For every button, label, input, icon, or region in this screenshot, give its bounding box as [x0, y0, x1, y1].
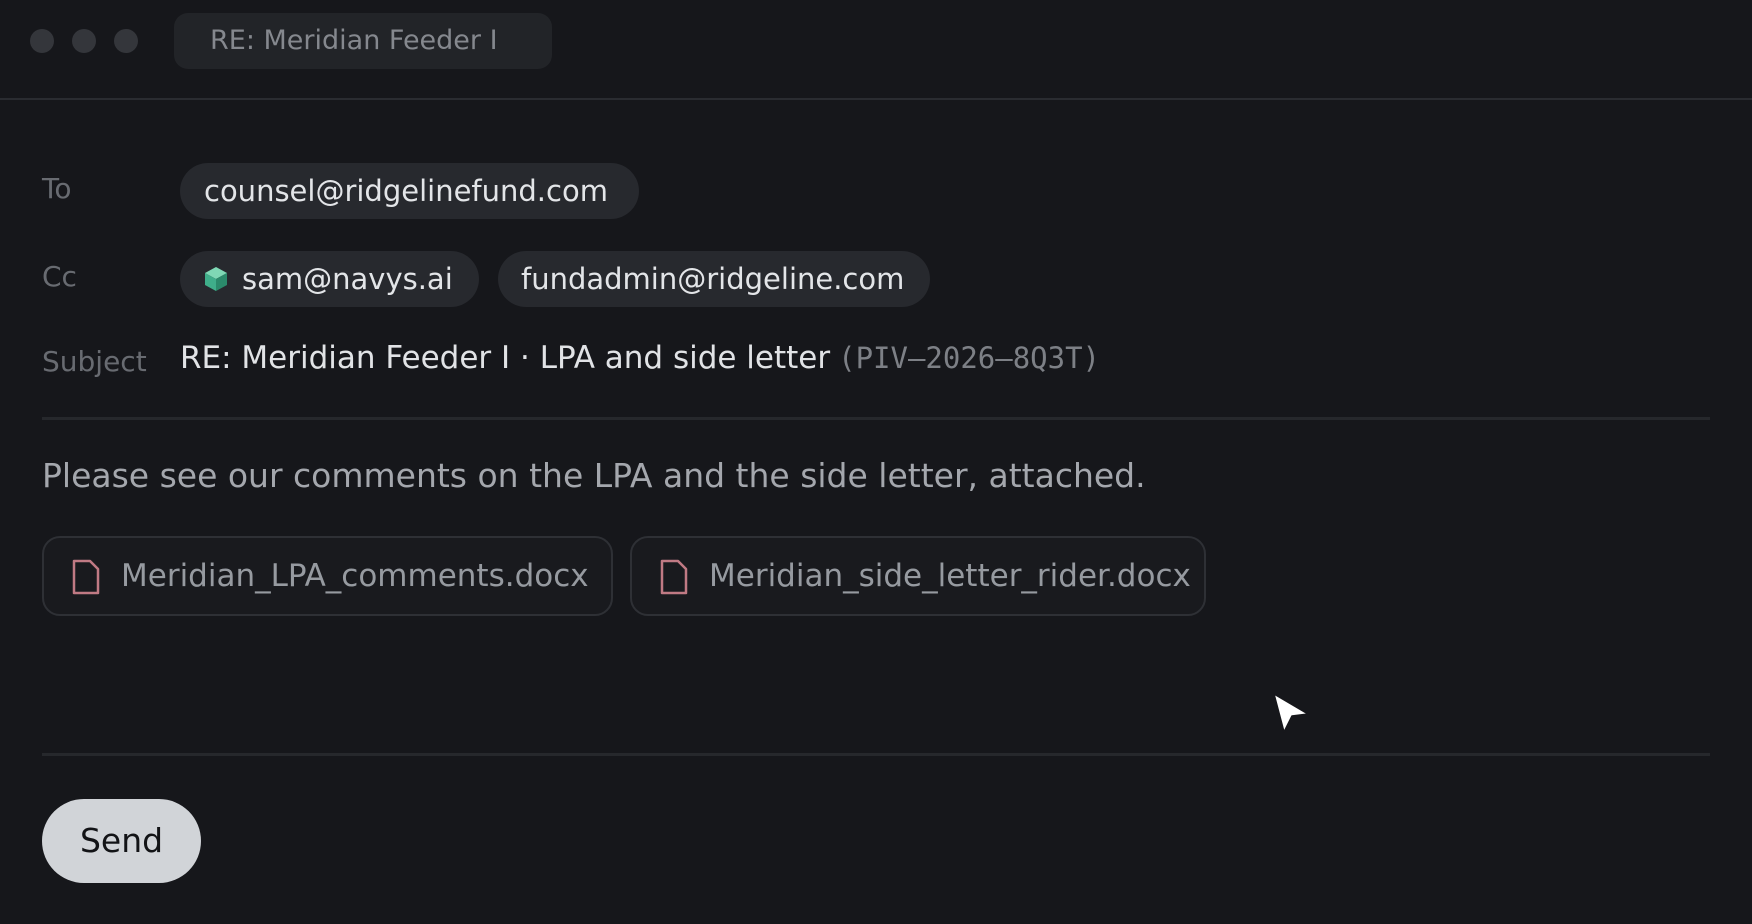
- subject-field[interactable]: RE: Meridian Feeder I · LPA and side let…: [180, 340, 1100, 376]
- header-divider: [42, 417, 1710, 420]
- cc-label: Cc: [42, 260, 77, 293]
- attachment-name: Meridian_LPA_comments.docx: [121, 558, 589, 594]
- recipient-email: counsel@ridgelinefund.com: [204, 174, 608, 208]
- window-close-button[interactable]: [30, 29, 54, 53]
- attachment-chip[interactable]: Meridian_LPA_comments.docx: [42, 536, 613, 616]
- to-label: To: [42, 172, 72, 205]
- recipient-chip-cc[interactable]: sam@navys.ai: [180, 251, 479, 307]
- send-button[interactable]: Send: [42, 799, 201, 883]
- title-bar: RE: Meridian Feeder I: [0, 0, 1752, 100]
- recipient-chip-to[interactable]: counsel@ridgelinefund.com: [180, 163, 639, 219]
- document-icon: [72, 559, 100, 595]
- subject-reference-code: (PIV–2026–8Q3T): [838, 341, 1101, 375]
- subject-text: RE: Meridian Feeder I · LPA and side let…: [180, 340, 831, 376]
- window-zoom-button[interactable]: [114, 29, 138, 53]
- recipient-email: fundadmin@ridgeline.com: [521, 262, 905, 296]
- attachment-chip[interactable]: Meridian_side_letter_rider.docx: [630, 536, 1206, 616]
- message-body[interactable]: Please see our comments on the LPA and t…: [42, 456, 1146, 495]
- mouse-pointer-icon: [1273, 693, 1309, 733]
- recipient-chip-cc[interactable]: fundadmin@ridgeline.com: [498, 251, 930, 307]
- attachment-name: Meridian_side_letter_rider.docx: [709, 558, 1191, 594]
- footer-divider: [42, 753, 1710, 756]
- cube-icon: [205, 267, 227, 291]
- window-tab-title: RE: Meridian Feeder I: [210, 25, 498, 56]
- subject-label: Subject: [42, 345, 147, 378]
- window-tab[interactable]: RE: Meridian Feeder I: [174, 13, 552, 69]
- document-icon: [660, 559, 688, 595]
- window-minimize-button[interactable]: [72, 29, 96, 53]
- recipient-email: sam@navys.ai: [242, 262, 453, 296]
